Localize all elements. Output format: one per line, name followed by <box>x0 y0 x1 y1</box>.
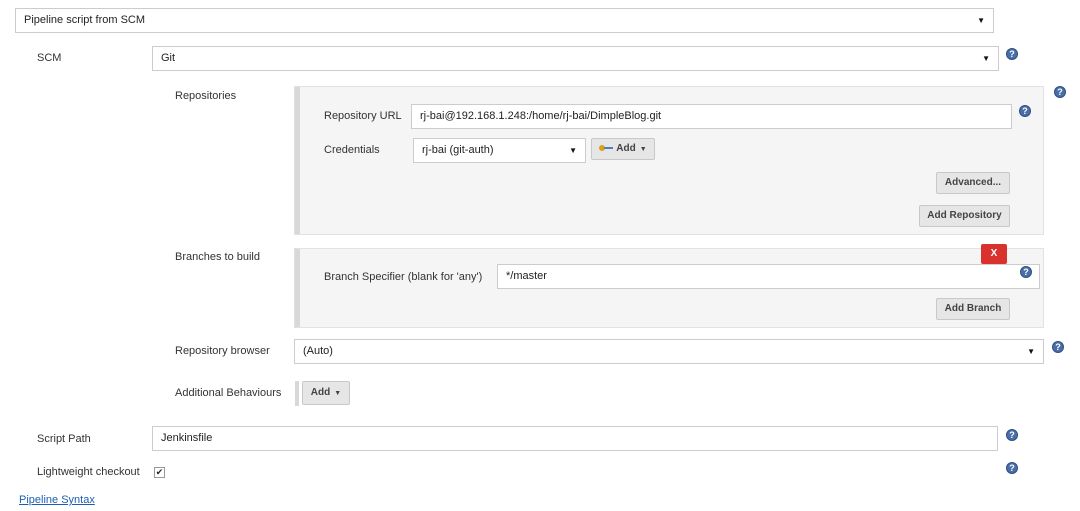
branch-specifier-help-icon[interactable]: ? <box>1020 266 1032 278</box>
branch-specifier-input[interactable]: */master <box>497 264 1040 289</box>
credentials-select[interactable]: rj-bai (git-auth) ▼ <box>413 138 586 163</box>
lightweight-checkout-help-icon[interactable]: ? <box>1006 462 1018 474</box>
add-behaviour-button[interactable]: Add ▼ <box>302 381 350 405</box>
add-behaviour-label: Add <box>310 387 331 398</box>
lightweight-checkout-label: Lightweight checkout <box>37 466 140 478</box>
branch-specifier-label: Branch Specifier (blank for 'any') <box>324 271 483 283</box>
pipeline-syntax-link[interactable]: Pipeline Syntax <box>19 494 95 506</box>
chevron-down-icon: ▼ <box>569 146 577 155</box>
add-credentials-label: Add <box>616 143 636 154</box>
credentials-select-value: rj-bai (git-auth) <box>422 144 494 156</box>
repository-url-help-icon[interactable]: ? <box>1019 105 1031 117</box>
scm-select-value: Git <box>161 52 176 64</box>
repository-browser-value: (Auto) <box>303 345 333 357</box>
behaviours-divider <box>295 381 299 406</box>
definition-select-value: Pipeline script from SCM <box>24 14 146 26</box>
caret-down-icon: ▼ <box>334 390 342 397</box>
delete-branch-button[interactable]: X <box>981 244 1007 264</box>
repository-browser-label: Repository browser <box>175 345 270 357</box>
add-repository-button[interactable]: Add Repository <box>919 205 1010 227</box>
scm-select[interactable]: Git ▼ <box>152 46 999 71</box>
add-credentials-button[interactable]: Add ▼ <box>591 138 655 160</box>
lightweight-checkout-checkbox[interactable]: ✔ <box>154 467 165 478</box>
script-path-help-icon[interactable]: ? <box>1006 429 1018 441</box>
add-branch-button[interactable]: Add Branch <box>936 298 1010 320</box>
key-icon <box>599 145 614 152</box>
panel-drag-handle[interactable] <box>295 87 300 234</box>
script-path-label: Script Path <box>37 433 91 445</box>
repository-url-label: Repository URL <box>324 110 402 122</box>
repository-url-input[interactable]: rj-bai@192.168.1.248:/home/rj-bai/Dimple… <box>411 104 1012 129</box>
additional-behaviours-label: Additional Behaviours <box>175 387 282 399</box>
chevron-down-icon: ▼ <box>977 16 985 25</box>
panel-drag-handle[interactable] <box>295 249 300 327</box>
definition-select[interactable]: Pipeline script from SCM ▼ <box>15 8 994 33</box>
chevron-down-icon: ▼ <box>1027 347 1035 356</box>
caret-down-icon: ▼ <box>639 146 647 153</box>
repositories-help-icon[interactable]: ? <box>1054 86 1066 98</box>
credentials-label: Credentials <box>324 144 380 156</box>
chevron-down-icon: ▼ <box>982 54 990 63</box>
branches-label: Branches to build <box>175 251 260 263</box>
scm-label: SCM <box>37 52 62 64</box>
repository-browser-select[interactable]: (Auto) ▼ <box>294 339 1044 364</box>
script-path-input[interactable]: Jenkinsfile <box>152 426 998 451</box>
advanced-button[interactable]: Advanced... <box>936 172 1010 194</box>
repository-browser-help-icon[interactable]: ? <box>1052 341 1064 353</box>
repositories-label: Repositories <box>175 90 237 102</box>
scm-help-icon[interactable]: ? <box>1006 48 1018 60</box>
